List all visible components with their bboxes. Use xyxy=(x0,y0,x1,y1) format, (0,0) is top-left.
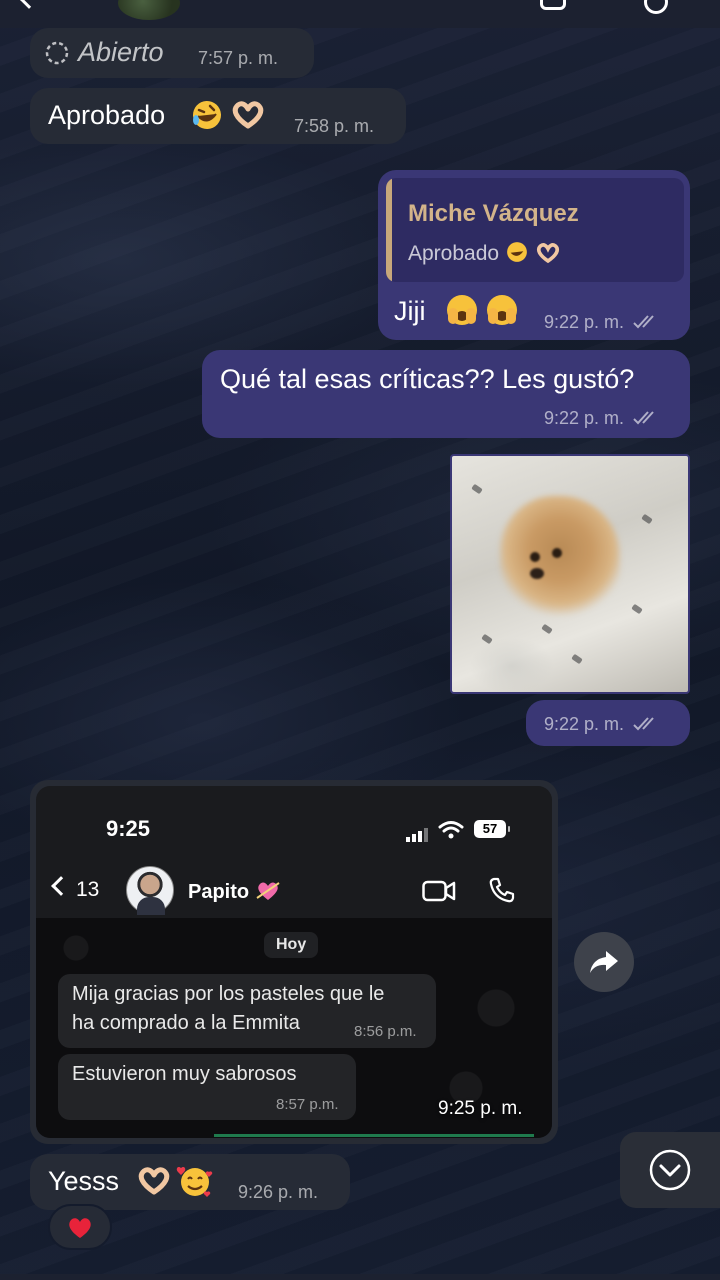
reaction-badge[interactable] xyxy=(48,1204,112,1250)
heart-hands-emoji-icon xyxy=(138,1167,170,1195)
face-with-open-eyes-hand-emoji-icon xyxy=(487,295,517,325)
message-time: 7:58 p. m. xyxy=(294,116,375,136)
photo-timestamp: 9:22 p. m. xyxy=(526,700,690,746)
phone-icon xyxy=(489,877,515,903)
message-aprobado[interactable]: Aprobado 7:58 p. m. xyxy=(30,88,406,144)
message-text: Abierto xyxy=(78,37,164,67)
quote-text: Aprobado xyxy=(408,240,561,266)
call-icon[interactable] xyxy=(644,0,668,14)
message-text: Qué tal esas críticas?? Les gustó? xyxy=(220,364,635,394)
dashed-circle-icon xyxy=(45,41,69,65)
contact-avatar xyxy=(126,866,174,915)
message-text: Jiji xyxy=(394,296,426,326)
message-line: Mija gracias por los pasteles que le xyxy=(72,983,385,1005)
chevron-down-circle-icon xyxy=(649,1149,691,1191)
heart-hands-emoji-icon xyxy=(232,101,264,129)
message-time: 9:22 p. m. xyxy=(544,714,659,735)
contact-name: Papito xyxy=(188,880,281,904)
heart-with-arrow-icon xyxy=(256,882,280,900)
day-separator: Hoy xyxy=(264,932,319,958)
heart-hands-emoji-icon xyxy=(536,243,559,264)
message-time-value: 9:22 p. m. xyxy=(544,408,625,428)
message-yesss[interactable]: Yesss 9:26 p. m. xyxy=(30,1154,350,1210)
video-call-icon xyxy=(422,880,456,902)
message-question[interactable]: Qué tal esas críticas?? Les gustó? 9:22 … xyxy=(202,350,690,438)
share-forward-icon xyxy=(590,951,618,973)
unread-count: 13 xyxy=(76,878,100,901)
double-check-icon xyxy=(633,717,654,731)
status-clock: 9:25 xyxy=(106,816,151,841)
face-with-open-eyes-hand-emoji-icon xyxy=(447,295,477,325)
rofl-emoji-icon xyxy=(507,242,527,262)
message-time: 7:57 p. m. xyxy=(198,48,279,68)
blanket-pattern xyxy=(641,513,653,525)
puppy-eye xyxy=(552,548,562,558)
whatsapp-chat-header: 13 Papito xyxy=(36,852,552,918)
message-time-value: 9:22 p. m. xyxy=(544,312,625,332)
photo-message-puppy[interactable] xyxy=(450,454,690,694)
contact-name-value: Papito xyxy=(188,881,250,903)
message-time: 9:22 p. m. xyxy=(544,408,659,429)
bottom-edge xyxy=(0,1274,720,1280)
message-text: Aprobado xyxy=(48,100,166,130)
blanket-pattern xyxy=(481,633,493,645)
message-line: Estuvieron muy sabrosos xyxy=(72,1063,297,1085)
message-time-value: 9:22 p. m. xyxy=(544,714,625,734)
message-line: ha comprado a la Emmita xyxy=(72,1012,300,1034)
battery-indicator: 57 xyxy=(474,820,510,838)
message-time: 8:57 p.m. xyxy=(276,1096,339,1113)
rofl-emoji-icon xyxy=(193,101,221,129)
wifi-icon xyxy=(438,821,464,839)
message-opened-status[interactable]: Abierto 7:57 p. m. xyxy=(30,28,314,78)
back-icon xyxy=(51,876,71,896)
blanket-pattern xyxy=(571,653,583,665)
message-reply-jiji[interactable]: Miche Vázquez Aprobado Jiji 9:22 p. m. xyxy=(378,170,690,340)
message-time: 8:56 p.m. xyxy=(354,1023,417,1040)
blanket-pattern xyxy=(631,603,643,615)
screenshot-content: 9:25 57 13 Papito Hoy Mija gracias por l… xyxy=(36,786,552,1138)
scroll-to-bottom-button[interactable] xyxy=(620,1132,720,1208)
video-call-icon[interactable] xyxy=(540,0,566,10)
signal-icon xyxy=(406,824,430,842)
contact-avatar[interactable] xyxy=(118,0,180,20)
message-time: 9:22 p. m. xyxy=(544,312,659,333)
whatsapp-message: Estuvieron muy sabrosos 8:57 p.m. xyxy=(58,1054,356,1120)
forward-button[interactable] xyxy=(574,932,634,992)
quote-author: Miche Vázquez xyxy=(408,200,579,227)
heart-icon xyxy=(69,1218,91,1238)
blanket-pattern xyxy=(541,623,553,635)
input-bar-edge xyxy=(214,1134,534,1137)
smiling-face-with-hearts-emoji-icon xyxy=(176,1166,213,1197)
message-time: 9:26 p. m. xyxy=(238,1182,319,1202)
quoted-message[interactable]: Miche Vázquez Aprobado xyxy=(386,178,684,282)
puppy-nose xyxy=(530,568,544,579)
blanket-pattern xyxy=(471,483,483,495)
message-text: Yesss xyxy=(48,1166,120,1196)
chat-header xyxy=(0,0,720,28)
puppy-eye xyxy=(530,552,540,562)
double-check-icon xyxy=(633,411,654,425)
whatsapp-message: Mija gracias por los pasteles que le ha … xyxy=(58,974,436,1048)
screenshot-image-message[interactable]: 9:25 57 13 Papito Hoy Mija gracias por l… xyxy=(30,780,558,1144)
double-check-icon xyxy=(633,315,654,329)
message-time: 9:25 p. m. xyxy=(438,1098,523,1119)
back-icon[interactable] xyxy=(19,0,39,9)
quote-bar xyxy=(386,178,392,282)
quote-text-value: Aprobado xyxy=(408,242,500,265)
